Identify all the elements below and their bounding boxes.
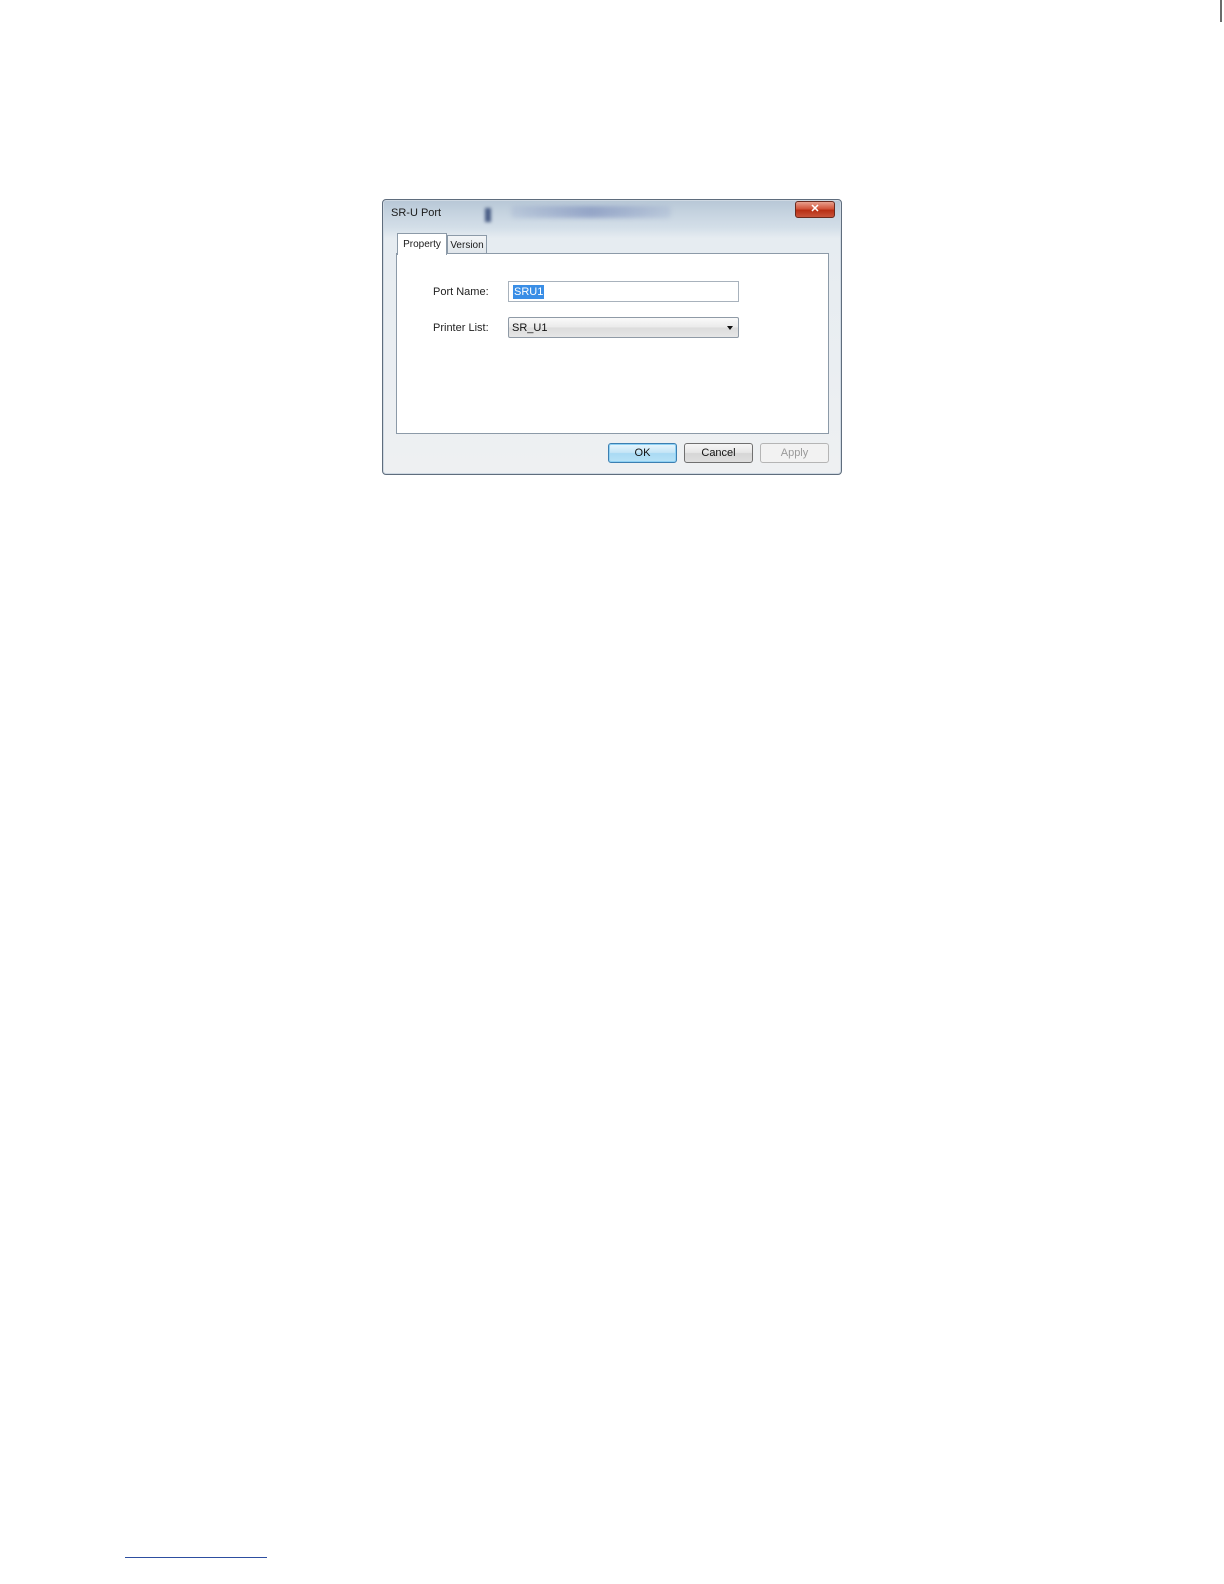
tab-property[interactable]: Property [397, 233, 447, 255]
cancel-button[interactable]: Cancel [684, 443, 753, 463]
close-button[interactable]: ✕ [795, 201, 835, 218]
port-name-value: SRU1 [513, 284, 545, 299]
footnote-separator [125, 1557, 267, 1558]
port-name-input[interactable]: SRU1 [508, 281, 739, 302]
printer-list-label: Printer List: [433, 322, 489, 334]
title-bar[interactable]: SR-U Port ✕ [383, 200, 841, 226]
printer-list-value: SR_U1 [512, 321, 548, 334]
chevron-down-icon [727, 326, 733, 330]
title-bar-blurred-mark [485, 208, 491, 222]
property-panel: Port Name: SRU1 Printer List: SR_U1 [396, 253, 829, 434]
tab-version[interactable]: Version [447, 235, 487, 254]
window-title: SR-U Port [391, 207, 442, 219]
sr-u-port-dialog: SR-U Port ✕ Property Version Port Name: … [382, 199, 842, 475]
port-name-label: Port Name: [433, 286, 489, 298]
apply-button[interactable]: Apply [760, 443, 829, 463]
close-icon: ✕ [810, 203, 820, 215]
page-edge-mark [1220, 0, 1222, 22]
printer-list-select[interactable]: SR_U1 [508, 317, 739, 338]
title-bar-blurred-background [511, 206, 671, 218]
ok-button[interactable]: OK [608, 443, 677, 463]
